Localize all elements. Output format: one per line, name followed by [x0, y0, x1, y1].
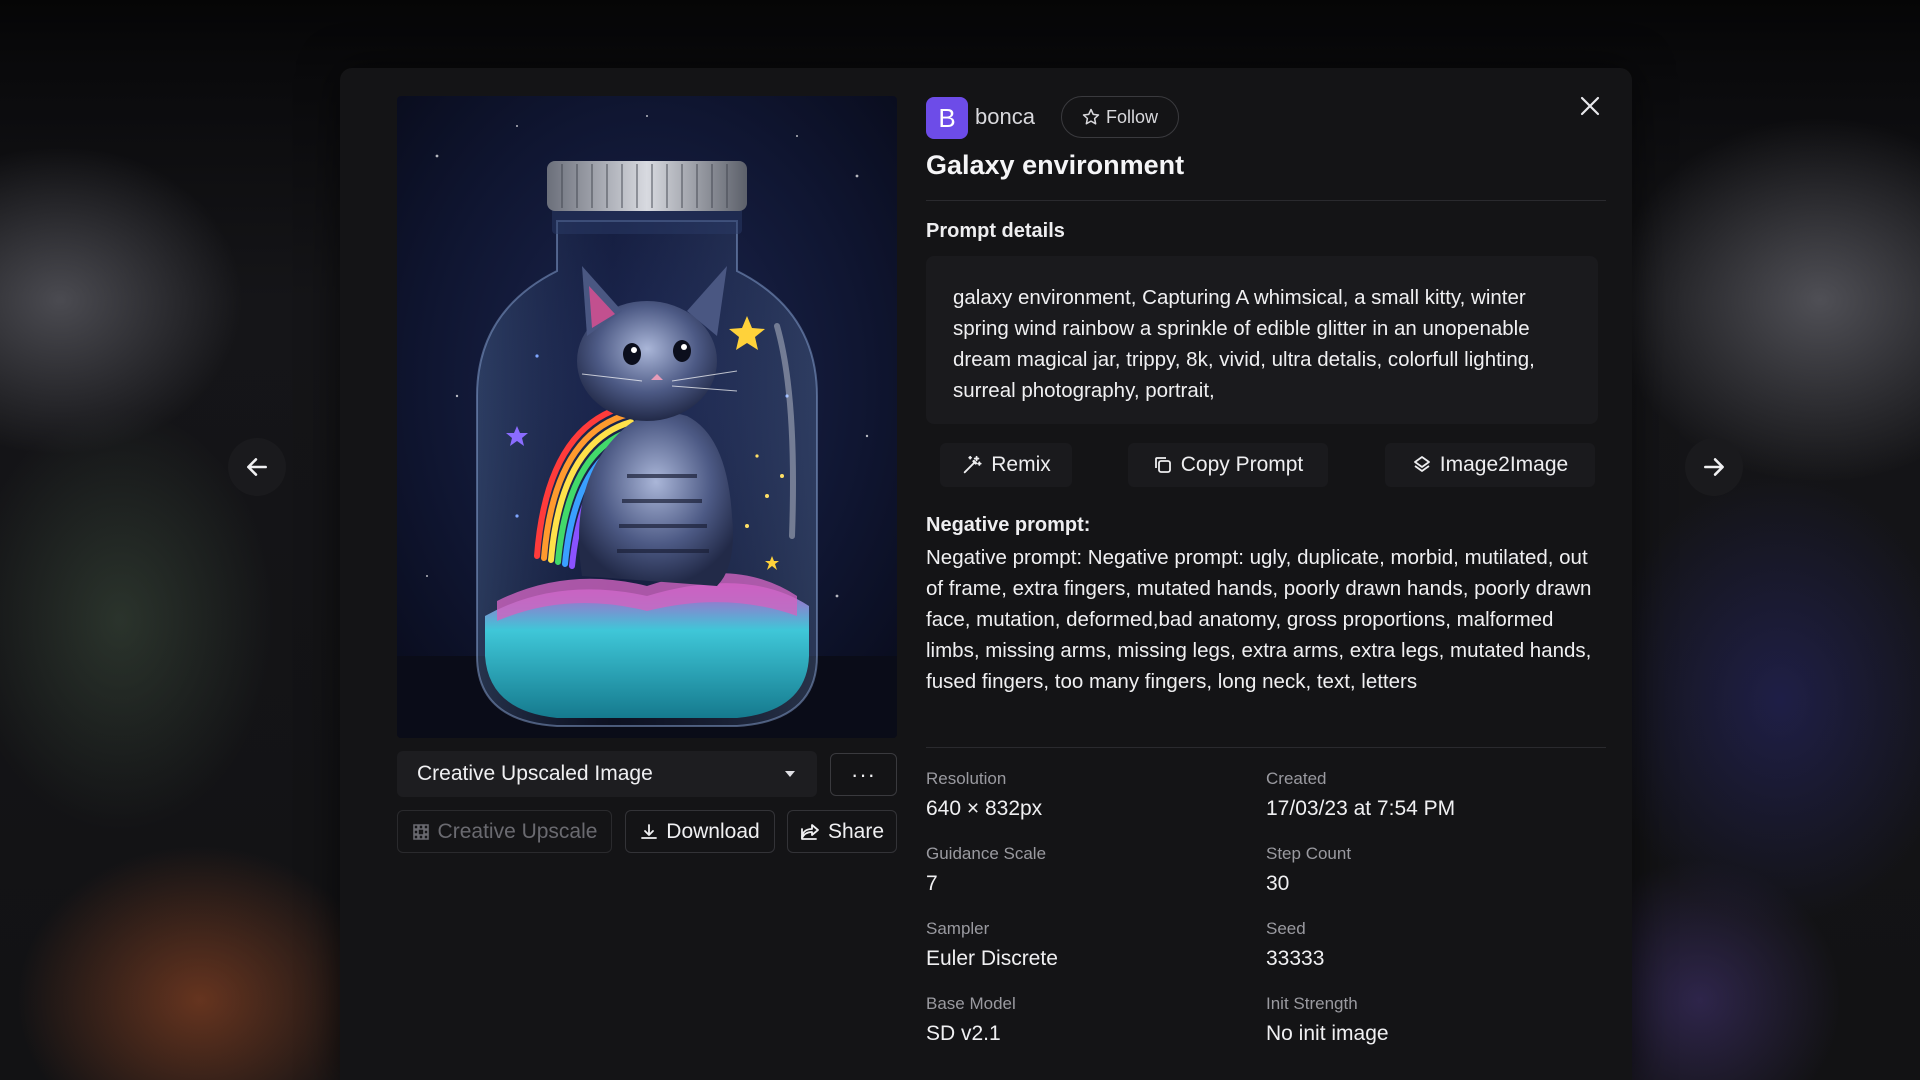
share-icon	[801, 823, 819, 840]
title-divider	[926, 200, 1606, 201]
upscale-grid-icon	[412, 823, 429, 840]
follow-button[interactable]: Follow	[1061, 96, 1179, 138]
download-label: Download	[666, 819, 760, 843]
prompt-details-heading: Prompt details	[926, 220, 1065, 242]
resolution-label: Resolution	[926, 769, 1007, 788]
image2image-button[interactable]: Image2Image	[1385, 443, 1595, 487]
close-icon	[1580, 96, 1600, 116]
generated-image[interactable]	[397, 96, 897, 738]
variant-select-value: Creative Upscaled Image	[417, 762, 653, 785]
close-button[interactable]	[1572, 88, 1608, 124]
share-label: Share	[827, 819, 885, 843]
guidance-scale-value: 7	[926, 872, 938, 895]
username[interactable]: bonca	[975, 104, 1035, 130]
base-model-label: Base Model	[926, 994, 1016, 1013]
base-model-value: SD v2.1	[926, 1022, 1001, 1045]
remix-button[interactable]: Remix	[940, 443, 1072, 487]
layers-icon	[1413, 456, 1430, 472]
created-value: 17/03/23 at 7:54 PM	[1266, 797, 1456, 820]
arrow-right-icon	[1704, 458, 1724, 476]
seed-label: Seed	[1266, 919, 1306, 938]
follow-label: Follow	[1105, 106, 1158, 127]
share-button[interactable]: Share	[787, 810, 897, 853]
seed-value: 33333	[1266, 947, 1325, 970]
image-variant-select[interactable]: Creative Upscaled Image	[397, 751, 817, 797]
copy-prompt-label: Copy Prompt	[1180, 453, 1304, 476]
negative-prompt-text: Negative prompt: Negative prompt: ugly, …	[926, 546, 1592, 693]
negative-prompt-heading: Negative prompt:	[926, 514, 1091, 536]
caret-down-icon	[785, 771, 795, 777]
init-strength-label: Init Strength	[1266, 994, 1358, 1013]
magic-wand-icon	[963, 455, 982, 474]
next-image-button[interactable]	[1685, 438, 1743, 496]
sampler-value: Euler Discrete	[926, 947, 1058, 970]
init-strength-value: No init image	[1266, 1022, 1389, 1045]
kitten-in-jar-illustration	[397, 96, 897, 738]
previous-image-button[interactable]	[228, 438, 286, 496]
download-icon	[641, 823, 658, 839]
image-title: Galaxy environment	[926, 150, 1185, 180]
star-icon	[1082, 108, 1100, 125]
image2image-label: Image2Image	[1439, 453, 1569, 476]
download-button[interactable]: Download	[625, 810, 775, 853]
more-options-button[interactable]: ···	[830, 753, 897, 796]
sampler-label: Sampler	[926, 919, 990, 938]
metadata-divider	[926, 747, 1606, 748]
created-label: Created	[1266, 769, 1327, 788]
step-count-value: 30	[1266, 872, 1290, 895]
remix-label: Remix	[991, 453, 1051, 476]
more-icon: ···	[851, 761, 876, 787]
prompt-text: galaxy environment, Capturing A whimsica…	[926, 256, 1598, 424]
copy-icon	[1154, 457, 1171, 473]
resolution-value: 640 × 832px	[926, 797, 1043, 820]
copy-prompt-button[interactable]: Copy Prompt	[1128, 443, 1328, 487]
step-count-label: Step Count	[1266, 844, 1352, 863]
creative-upscale-label: Creative Upscale	[437, 819, 598, 843]
creative-upscale-button[interactable]: Creative Upscale	[397, 810, 612, 853]
arrow-left-icon	[247, 458, 267, 476]
avatar[interactable]: B	[926, 97, 968, 139]
guidance-scale-label: Guidance Scale	[926, 844, 1047, 863]
